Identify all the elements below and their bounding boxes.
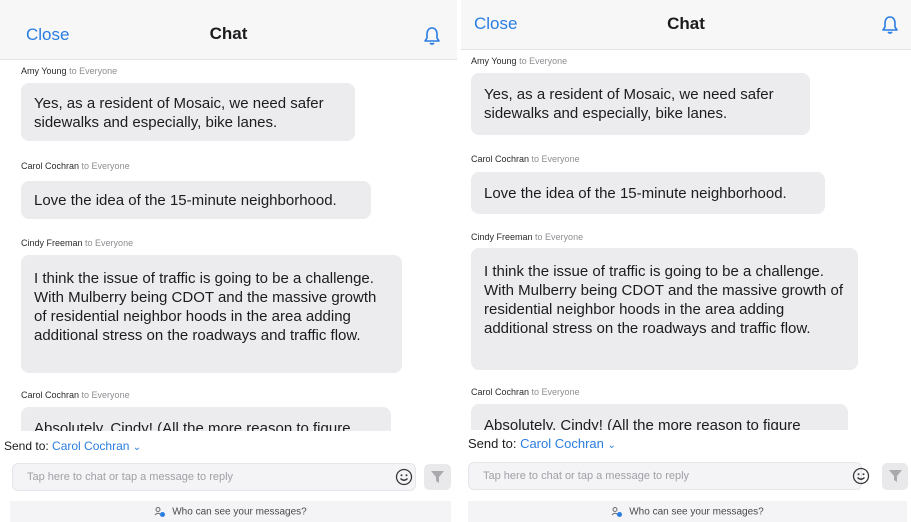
message-sender: Carol Cochran to Everyone xyxy=(21,161,130,171)
chat-title: Chat xyxy=(209,24,248,43)
message-bubble[interactable]: Yes, as a resident of Mosaic, we need sa… xyxy=(471,73,810,135)
message-list[interactable]: Amy Young to Everyone Yes, as a resident… xyxy=(0,60,457,431)
message-bubble[interactable]: Love the idea of the 15-minute neighborh… xyxy=(471,172,825,214)
chat-panel-right: Close Chat Amy Young to Everyone Yes, as… xyxy=(461,0,911,522)
send-to-label: Send to: xyxy=(4,439,49,453)
chat-input[interactable] xyxy=(468,462,862,490)
chat-header: Close Chat xyxy=(461,0,911,50)
message-sender: Amy Young to Everyone xyxy=(471,56,568,66)
message-sender: Cindy Freeman to Everyone xyxy=(21,238,134,248)
chat-title: Chat xyxy=(667,14,705,33)
send-filter-icon xyxy=(431,471,444,483)
smiley-icon[interactable] xyxy=(852,467,870,485)
message-bubble[interactable]: I think the issue of traffic is going to… xyxy=(471,248,858,370)
message-sender: Carol Cochran to Everyone xyxy=(21,390,130,400)
recipient-selector[interactable]: Carol Cochran xyxy=(520,436,604,451)
bell-icon[interactable] xyxy=(423,26,441,46)
people-icon xyxy=(154,507,166,517)
message-sender: Amy Young to Everyone xyxy=(21,66,118,76)
message-sender: Carol Cochran to Everyone xyxy=(471,387,580,397)
bell-icon[interactable] xyxy=(881,15,899,35)
send-to-row: Send to: Carol Cochran ⌄ xyxy=(4,439,141,453)
chat-input[interactable] xyxy=(12,463,416,491)
privacy-footer: Who can see your messages? xyxy=(10,501,451,522)
send-to-row: Send to: Carol Cochran ⌄ xyxy=(468,436,616,451)
chat-header: Close Chat xyxy=(0,0,457,60)
who-can-see-link[interactable]: Who can see your messages? xyxy=(10,506,451,518)
message-bubble[interactable]: Yes, as a resident of Mosaic, we need sa… xyxy=(21,83,355,141)
message-list[interactable]: Amy Young to Everyone Yes, as a resident… xyxy=(461,50,911,430)
message-bubble[interactable]: I think the issue of traffic is going to… xyxy=(21,255,402,373)
privacy-footer: Who can see your messages? xyxy=(468,501,907,522)
message-bubble[interactable]: Absolutely. Cindy! (All the more reason … xyxy=(21,407,391,431)
message-bubble[interactable]: Love the idea of the 15-minute neighborh… xyxy=(21,181,371,219)
chevron-down-icon[interactable]: ⌄ xyxy=(133,442,141,453)
message-sender: Carol Cochran to Everyone xyxy=(471,154,580,164)
send-button[interactable] xyxy=(424,464,451,490)
send-filter-icon xyxy=(889,470,902,482)
send-button[interactable] xyxy=(882,463,908,490)
message-sender: Cindy Freeman to Everyone xyxy=(471,232,584,242)
people-icon xyxy=(611,507,623,517)
chat-panel-left: Close Chat Amy Young to Everyone Yes, as… xyxy=(0,0,457,522)
smiley-icon[interactable] xyxy=(395,468,413,486)
who-can-see-link[interactable]: Who can see your messages? xyxy=(468,506,907,518)
chevron-down-icon[interactable]: ⌄ xyxy=(608,440,616,451)
send-to-label: Send to: xyxy=(468,436,517,451)
message-bubble[interactable]: Absolutely. Cindy! (All the more reason … xyxy=(471,404,848,430)
recipient-selector[interactable]: Carol Cochran xyxy=(52,439,129,453)
